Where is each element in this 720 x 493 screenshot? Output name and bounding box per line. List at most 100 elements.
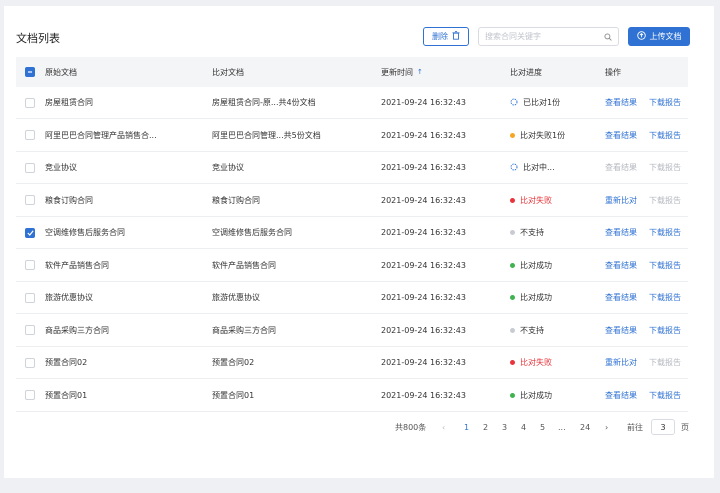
upload-button[interactable]: 上传文档 bbox=[628, 27, 690, 46]
table-row: 空调维修售后服务合同 空调维修售后服务合同 2021-09-24 16:32:43 不… bbox=[16, 217, 688, 249]
goto-label: 前往 bbox=[627, 422, 643, 432]
status-text: 比对成功 bbox=[520, 390, 552, 400]
progress-status: 已比对1份 bbox=[510, 87, 600, 118]
download-report-link[interactable]: 下载报告 bbox=[649, 250, 689, 281]
progress-status: 比对成功 bbox=[510, 282, 600, 313]
status-dot-icon bbox=[510, 132, 515, 138]
page-4[interactable]: 4 bbox=[521, 419, 526, 435]
table-row: 房屋租赁合同 房屋租赁合同-原...共4份文档 2021-09-24 16:32:4… bbox=[16, 87, 688, 119]
pagination: 共800条 ‹ 1 2 3 4 5 ... 24 › 前往 3 页 bbox=[4, 419, 714, 435]
row-checkbox-cell bbox=[25, 380, 37, 411]
status-dot-icon bbox=[510, 262, 515, 268]
row-checkbox[interactable] bbox=[25, 227, 35, 238]
next-page-icon[interactable]: › bbox=[605, 419, 608, 435]
original-doc-name[interactable]: 阿里巴巴合同管理产品销售合... bbox=[45, 120, 205, 151]
status-dot-icon bbox=[510, 230, 515, 235]
updated-time: 2021-09-24 16:32:43 bbox=[381, 163, 466, 172]
view-result-link[interactable]: 查看结果 bbox=[605, 315, 645, 346]
view-result-link[interactable]: 查看结果 bbox=[605, 380, 645, 411]
row-checkbox[interactable] bbox=[25, 325, 35, 335]
download-report-link: 下载报告 bbox=[649, 358, 681, 367]
delete-button-label: 删除 bbox=[432, 32, 448, 41]
table-row: 竞业协议 竞业协议 2021-09-24 16:32:43 比对中... 查看结果 下载报… bbox=[16, 152, 688, 184]
compare-doc-name: 房屋租赁合同-原...共4份文档 bbox=[212, 98, 316, 107]
view-result-link[interactable]: 查看结果 bbox=[605, 217, 645, 248]
download-report-link[interactable]: 下载报告 bbox=[649, 282, 689, 313]
view-result-link[interactable]: 查看结果 bbox=[605, 282, 645, 313]
pagination-ellipsis[interactable]: ... bbox=[558, 419, 566, 435]
page-5[interactable]: 5 bbox=[540, 419, 545, 435]
download-report-link[interactable]: 下载报告 bbox=[649, 315, 689, 346]
document-list-panel: 文档列表 删除 上传文档 原始文档 比对文档 更新时间 ↑ 比对进度 操作 bbox=[4, 6, 714, 478]
prev-page-icon[interactable]: ‹ bbox=[442, 419, 445, 435]
download-report-link[interactable]: 下载报告 bbox=[649, 217, 689, 248]
progress-ring-icon bbox=[510, 163, 518, 173]
table-row: 预置合同01 预置合同01 2021-09-24 16:32:43 比对成功 查看结果下… bbox=[16, 380, 688, 412]
view-result-link[interactable]: 查看结果 bbox=[605, 120, 645, 151]
table-row: 阿里巴巴合同管理产品销售合... 阿里巴巴合同管理...共5份文档 2021-09-… bbox=[16, 120, 688, 152]
updated-time: 2021-09-24 16:32:43 bbox=[381, 130, 466, 140]
download-report-link[interactable]: 下载报告 bbox=[649, 87, 689, 118]
original-doc-name[interactable]: 粮食订购合同 bbox=[45, 185, 205, 216]
original-doc-name[interactable]: 软件产品销售合同 bbox=[45, 250, 205, 281]
row-checkbox[interactable] bbox=[25, 357, 35, 368]
column-original: 原始文档 bbox=[45, 67, 77, 77]
original-doc-name[interactable]: 商品采购三方合同 bbox=[45, 315, 205, 346]
row-checkbox[interactable] bbox=[25, 97, 35, 108]
search-icon[interactable] bbox=[604, 32, 612, 41]
table-row: 粮食订购合同 粮食订购合同 2021-09-24 16:32:43 比对失败 重新比对下… bbox=[16, 185, 688, 217]
status-text: 比对失败1份 bbox=[520, 130, 566, 140]
row-checkbox[interactable] bbox=[25, 260, 35, 270]
progress-status: 比对中... bbox=[510, 152, 600, 183]
view-result-link[interactable]: 查看结果 bbox=[605, 250, 645, 281]
upload-button-label: 上传文档 bbox=[649, 32, 682, 41]
sort-arrow-up-icon[interactable]: ↑ bbox=[417, 68, 423, 76]
original-doc-name[interactable]: 预置合同01 bbox=[45, 380, 205, 411]
original-doc-name[interactable]: 竞业协议 bbox=[45, 152, 205, 183]
select-all-cell bbox=[25, 57, 37, 87]
column-updated[interactable]: 更新时间 ↑ bbox=[381, 57, 501, 87]
original-doc-name[interactable]: 房屋租赁合同 bbox=[45, 87, 205, 118]
page-2[interactable]: 2 bbox=[483, 419, 488, 435]
goto-page-input[interactable]: 3 bbox=[651, 419, 675, 435]
page-last[interactable]: 24 bbox=[580, 419, 590, 435]
column-actions: 操作 bbox=[605, 67, 621, 77]
row-checkbox[interactable] bbox=[25, 162, 35, 173]
status-text: 比对失败 bbox=[520, 358, 552, 367]
progress-status: 不支持 bbox=[510, 315, 600, 346]
row-checkbox[interactable] bbox=[25, 292, 35, 303]
view-result-link: 查看结果 bbox=[605, 163, 637, 172]
recompare-link[interactable]: 重新比对 bbox=[605, 347, 645, 378]
recompare-link[interactable]: 重新比对 bbox=[605, 185, 645, 216]
page-3[interactable]: 3 bbox=[502, 419, 507, 435]
row-checkbox[interactable] bbox=[25, 195, 35, 205]
status-dot-icon bbox=[510, 327, 515, 333]
original-doc-name[interactable]: 空调维修售后服务合同 bbox=[45, 217, 205, 248]
delete-button[interactable]: 删除 bbox=[423, 27, 469, 46]
progress-status: 不支持 bbox=[510, 217, 600, 248]
status-text: 比对成功 bbox=[520, 293, 552, 302]
download-report-link[interactable]: 下载报告 bbox=[649, 120, 689, 151]
row-checkbox-cell bbox=[25, 152, 37, 183]
original-doc-name[interactable]: 旅游优惠协议 bbox=[45, 282, 205, 313]
select-all-checkbox[interactable] bbox=[25, 67, 35, 77]
row-checkbox-cell bbox=[25, 217, 37, 248]
progress-status: 比对失败 bbox=[510, 347, 600, 378]
updated-time: 2021-09-24 16:32:43 bbox=[381, 325, 466, 335]
download-report-link[interactable]: 下载报告 bbox=[649, 380, 689, 411]
row-checkbox[interactable] bbox=[25, 390, 35, 400]
updated-time: 2021-09-24 16:32:43 bbox=[381, 228, 466, 237]
view-result-link[interactable]: 查看结果 bbox=[605, 87, 645, 118]
row-checkbox[interactable] bbox=[25, 130, 35, 140]
column-progress: 比对进度 bbox=[510, 67, 542, 77]
original-doc-name[interactable]: 预置合同02 bbox=[45, 347, 205, 378]
progress-status: 比对失败 bbox=[510, 185, 600, 216]
updated-time: 2021-09-24 16:32:43 bbox=[381, 98, 466, 107]
search-input[interactable] bbox=[485, 32, 603, 41]
compare-doc-name: 软件产品销售合同 bbox=[212, 260, 276, 270]
progress-status: 比对失败1份 bbox=[510, 120, 600, 151]
page-1[interactable]: 1 bbox=[464, 419, 469, 435]
status-text: 不支持 bbox=[520, 228, 544, 237]
progress-status: 比对成功 bbox=[510, 380, 600, 411]
status-text: 比对失败 bbox=[520, 195, 552, 205]
